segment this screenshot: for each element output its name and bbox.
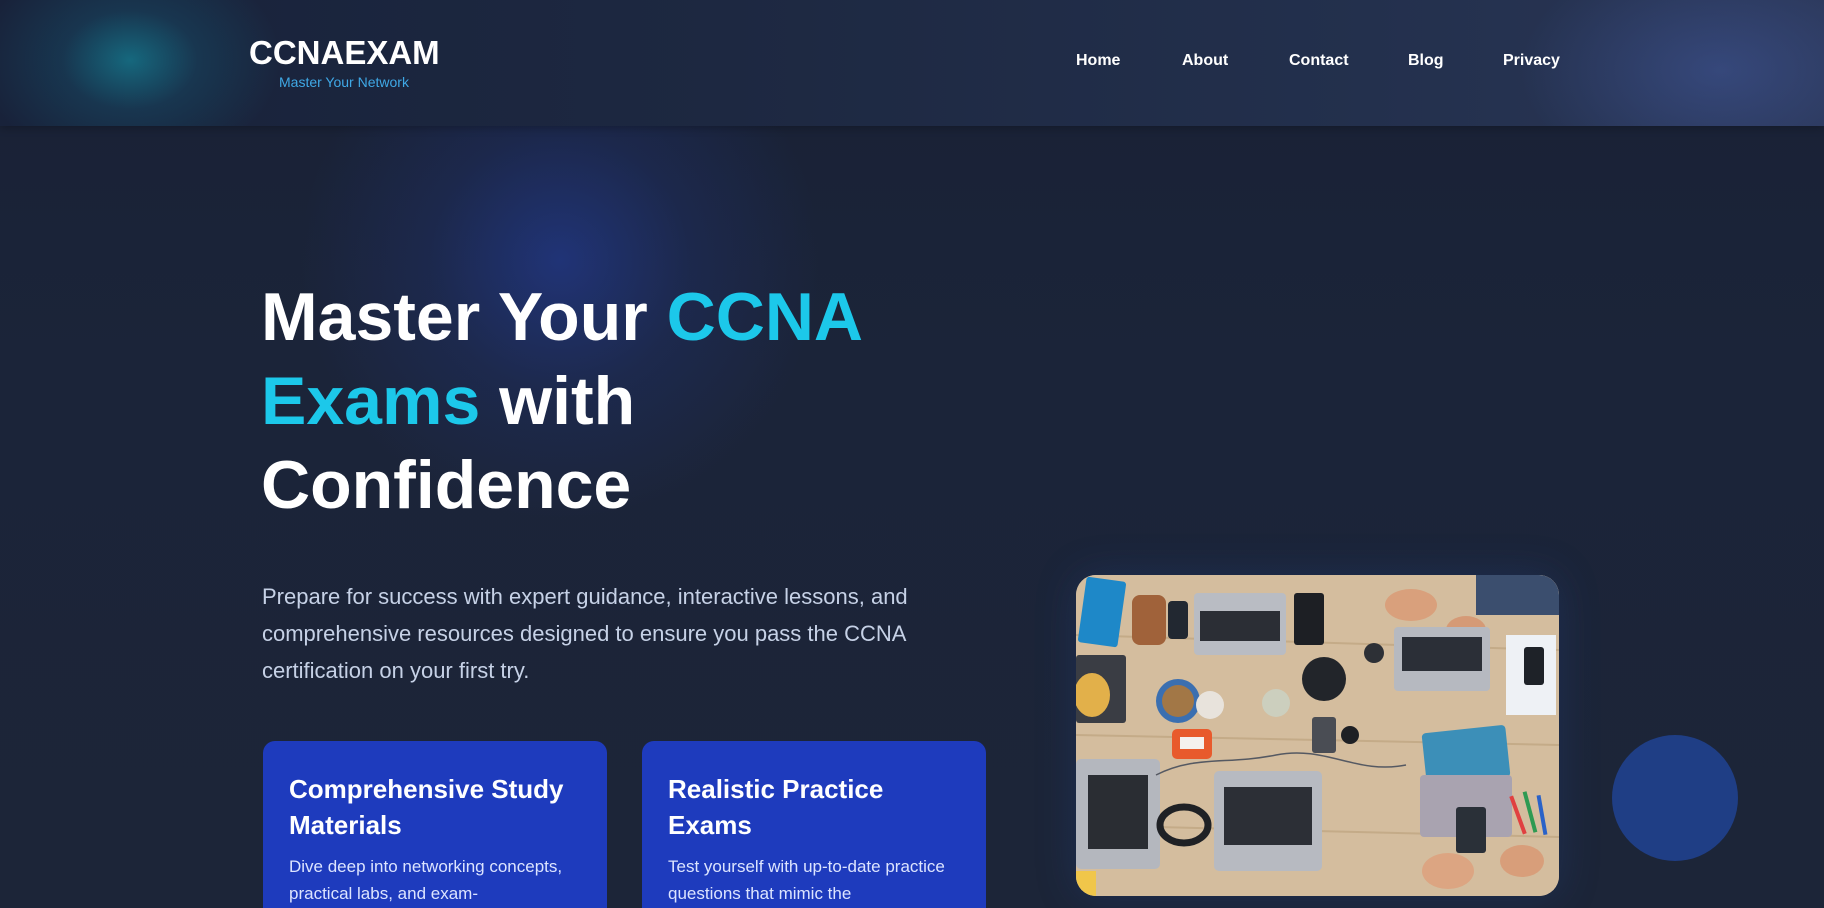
feature-card-title: Realistic Practice Exams bbox=[668, 774, 884, 840]
site-header: CCNAEXAM Master Your Network Home About … bbox=[0, 0, 1824, 126]
brand-title: CCNAEXAM bbox=[249, 34, 440, 71]
feature-card-practice-exams[interactable]: Realistic Practice Exams Test yourself w… bbox=[642, 741, 986, 908]
nav-link-about[interactable]: About bbox=[1182, 52, 1228, 70]
brand-tagline: Master Your Network bbox=[279, 74, 409, 90]
nav-link-home[interactable]: Home bbox=[1076, 52, 1120, 70]
decorative-circle bbox=[1612, 735, 1738, 861]
hero-title-part3: Confidence bbox=[261, 447, 632, 523]
page: CCNAEXAM Master Your Network Home About … bbox=[0, 0, 1824, 908]
feature-card-title: Comprehensive Study Materials bbox=[289, 774, 564, 840]
brand-logo[interactable]: CCNAEXAM Master Your Network bbox=[249, 33, 449, 91]
hero-title-part2: with bbox=[480, 363, 636, 439]
feature-card-study-materials[interactable]: Comprehensive Study Materials Dive deep … bbox=[263, 741, 607, 908]
feature-card-text: Test yourself with up-to-date practice q… bbox=[668, 857, 945, 903]
hero-image-workspace-photo bbox=[1076, 575, 1559, 896]
feature-card-text: Dive deep into networking concepts, prac… bbox=[289, 857, 563, 903]
hero-title-accent-ccna: CCNA bbox=[666, 279, 864, 355]
hero-description: Prepare for success with expert guidance… bbox=[262, 584, 908, 683]
nav-link-privacy[interactable]: Privacy bbox=[1503, 52, 1560, 70]
hero-title-part1: Master Your bbox=[261, 279, 667, 355]
nav-link-contact[interactable]: Contact bbox=[1289, 52, 1349, 70]
hero-title-accent-exams: Exams bbox=[261, 363, 481, 439]
hero-title: Master Your CCNA Exams with Confidence bbox=[261, 275, 981, 527]
nav-link-blog[interactable]: Blog bbox=[1408, 52, 1444, 70]
